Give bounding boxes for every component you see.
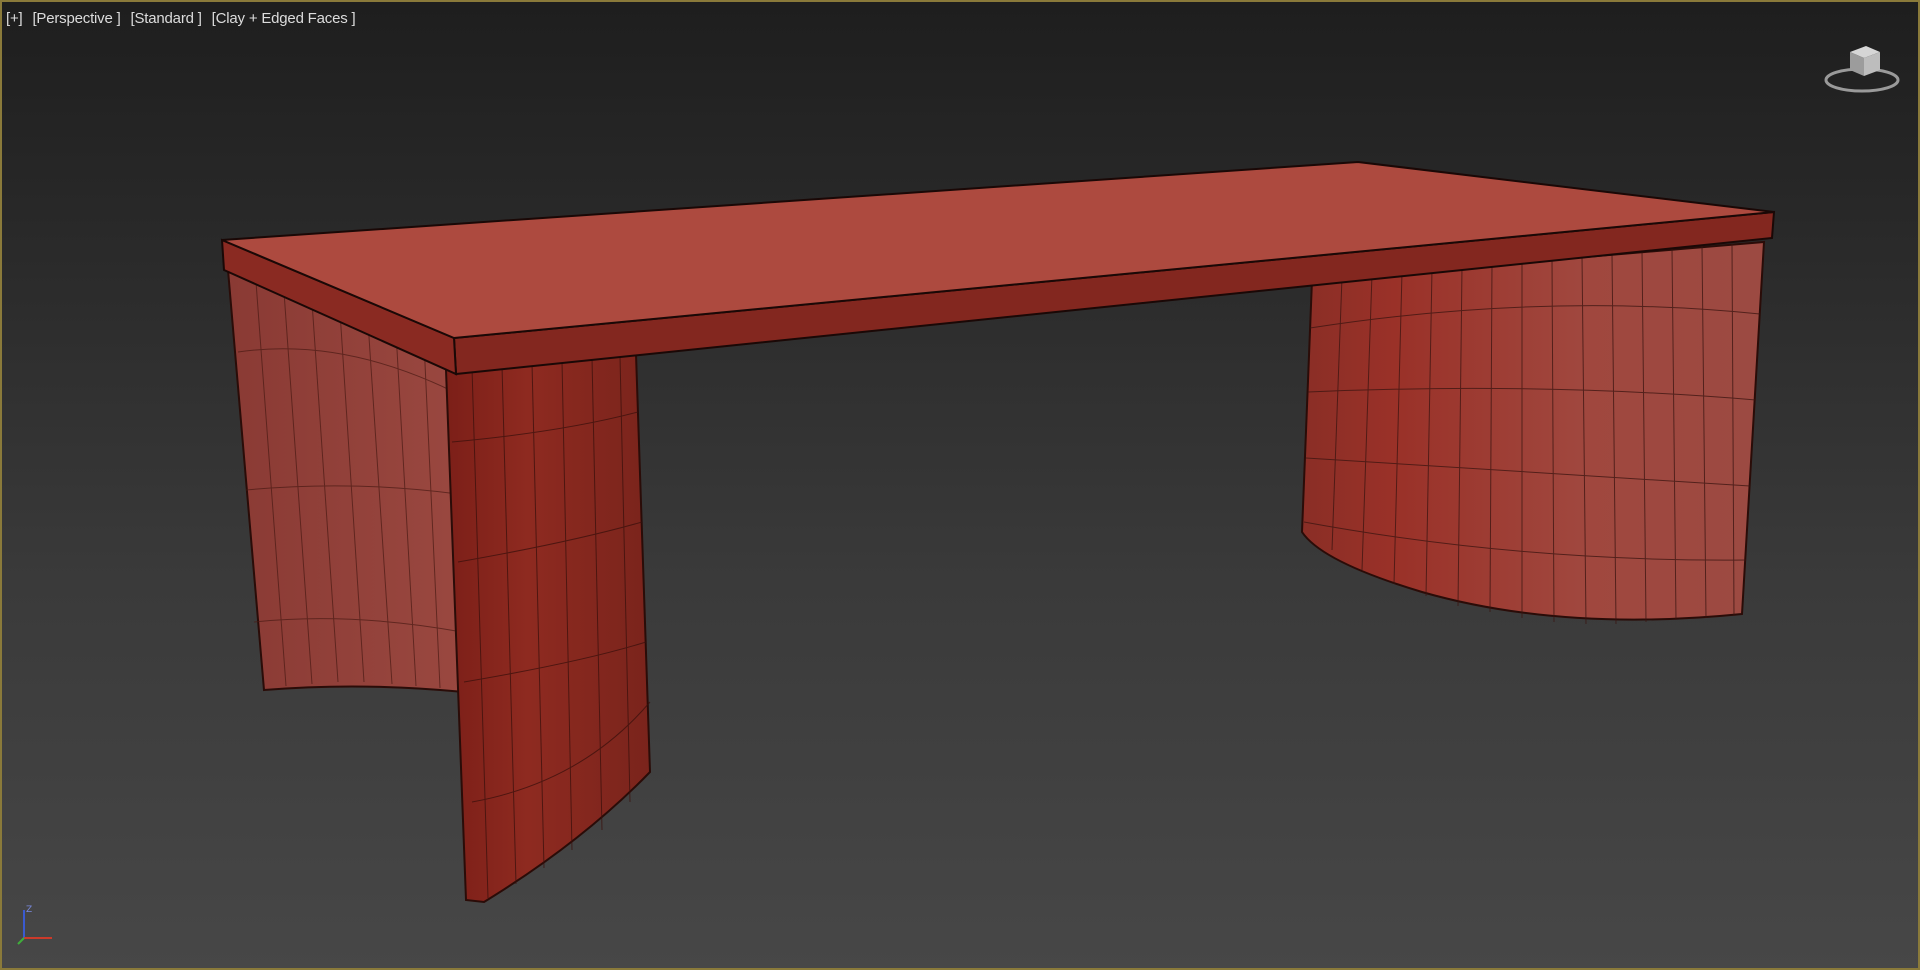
right-leg [1300,240,1766,625]
viewcube-icon[interactable] [1822,38,1902,94]
perspective-viewport[interactable]: [+] [Perspective ] [Standard ] [Clay + E… [0,0,1920,970]
axis-tripod-icon: Z [17,905,52,945]
scene-table-model[interactable] [2,2,1918,968]
left-front-leg [444,352,652,904]
axis-z-label: Z [26,905,32,915]
